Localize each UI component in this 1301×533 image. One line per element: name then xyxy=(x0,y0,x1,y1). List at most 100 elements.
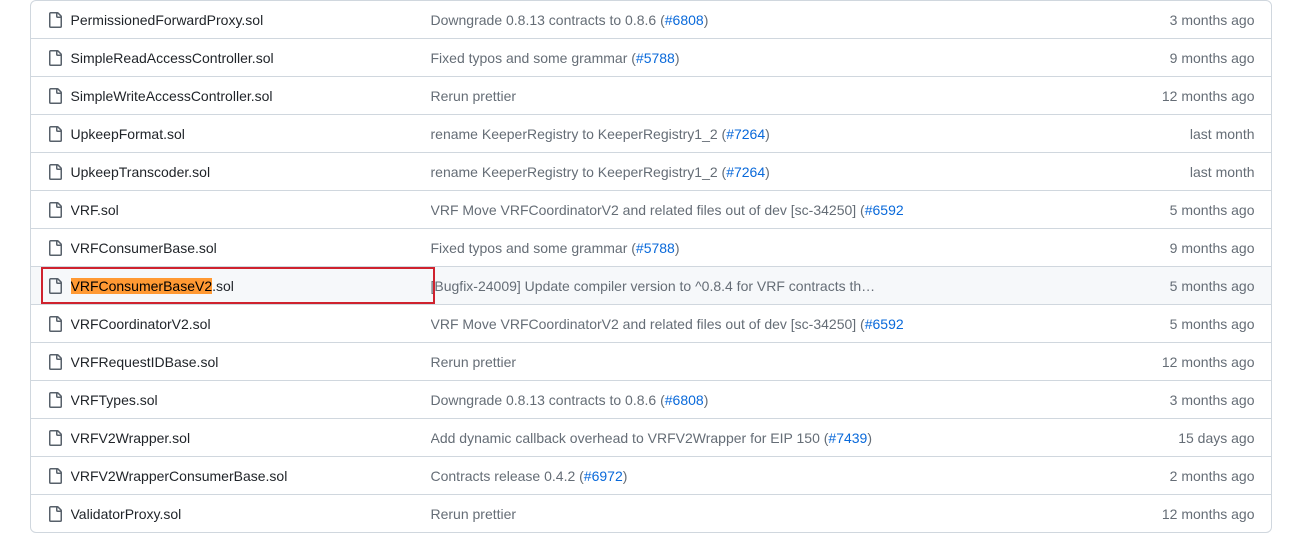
file-name-link[interactable]: SimpleReadAccessController.sol xyxy=(71,50,274,66)
commit-age: 2 months ago xyxy=(1115,468,1255,484)
commit-message-link[interactable]: Contracts release 0.4.2 ( xyxy=(431,468,584,484)
commit-message-link[interactable]: Add dynamic callback overhead to VRFV2Wr… xyxy=(431,430,829,446)
commit-age: 9 months ago xyxy=(1115,50,1255,66)
issue-link[interactable]: #6808 xyxy=(665,392,704,408)
file-name-link[interactable]: VRFTypes.sol xyxy=(71,392,158,408)
file-name-link[interactable]: VRFV2WrapperConsumerBase.sol xyxy=(71,468,288,484)
commit-message-link[interactable]: Downgrade 0.8.13 contracts to 0.8.6 ( xyxy=(431,392,665,408)
file-row: UpkeepFormat.sol rename KeeperRegistry to… xyxy=(31,114,1271,152)
commit-message-link[interactable]: Rerun prettier xyxy=(431,506,517,522)
file-icon xyxy=(47,430,71,446)
commit-message-suffix[interactable]: ) xyxy=(623,468,628,484)
commit-message-cell: rename KeeperRegistry to KeeperRegistry1… xyxy=(431,126,1115,142)
file-row: VRFConsumerBase.sol Fixed typos and some … xyxy=(31,228,1271,266)
commit-message-cell: VRF Move VRFCoordinatorV2 and related fi… xyxy=(431,316,1115,332)
file-name-cell: UpkeepTranscoder.sol xyxy=(71,164,431,180)
file-name-link[interactable]: VRFConsumerBaseV2.sol xyxy=(71,278,234,294)
commit-message-link[interactable]: Fixed typos and some grammar ( xyxy=(431,50,636,66)
file-icon xyxy=(47,354,71,370)
file-icon xyxy=(47,88,71,104)
issue-link[interactable]: #5788 xyxy=(636,240,675,256)
file-name-link[interactable]: VRFRequestIDBase.sol xyxy=(71,354,219,370)
issue-link[interactable]: #7264 xyxy=(726,126,765,142)
file-icon xyxy=(47,50,71,66)
commit-message-cell: Rerun prettier xyxy=(431,88,1115,104)
file-row: VRFConsumerBaseV2.sol [Bugfix-24009] Upda… xyxy=(31,266,1271,304)
file-row: VRF.sol VRF Move VRFCoordinatorV2 and rel… xyxy=(31,190,1271,228)
commit-message-cell: Downgrade 0.8.13 contracts to 0.8.6 (#68… xyxy=(431,392,1115,408)
issue-link[interactable]: #5788 xyxy=(636,50,675,66)
file-name-text: VRFRequestIDBase.sol xyxy=(71,354,219,370)
file-icon xyxy=(47,316,71,332)
commit-message-suffix[interactable]: ) xyxy=(675,50,680,66)
issue-link[interactable]: #6592 xyxy=(865,202,904,218)
commit-message-link[interactable]: Downgrade 0.8.13 contracts to 0.8.6 ( xyxy=(431,12,665,28)
file-name-cell: SimpleReadAccessController.sol xyxy=(71,50,431,66)
commit-age: 5 months ago xyxy=(1115,316,1255,332)
file-name-text: VRFTypes.sol xyxy=(71,392,158,408)
commit-age: 12 months ago xyxy=(1115,88,1255,104)
file-name-link[interactable]: UpkeepFormat.sol xyxy=(71,126,185,142)
commit-age: last month xyxy=(1115,126,1255,142)
file-icon xyxy=(47,506,71,522)
commit-message-suffix[interactable]: ) xyxy=(867,430,872,446)
commit-message-suffix[interactable]: ) xyxy=(765,164,770,180)
commit-age: 9 months ago xyxy=(1115,240,1255,256)
commit-message-link[interactable]: VRF Move VRFCoordinatorV2 and related fi… xyxy=(431,316,865,332)
file-row: VRFV2WrapperConsumerBase.sol Contracts re… xyxy=(31,456,1271,494)
file-name-text: UpkeepFormat.sol xyxy=(71,126,185,142)
search-highlight: VRFConsumerBaseV2 xyxy=(71,278,213,294)
commit-message-suffix[interactable]: ) xyxy=(765,126,770,142)
commit-message-link[interactable]: VRF Move VRFCoordinatorV2 and related fi… xyxy=(431,202,865,218)
file-name-cell: VRFConsumerBase.sol xyxy=(71,240,431,256)
commit-message-link[interactable]: rename KeeperRegistry to KeeperRegistry1… xyxy=(431,126,727,142)
file-row: VRFCoordinatorV2.sol VRF Move VRFCoordina… xyxy=(31,304,1271,342)
file-row: VRFV2Wrapper.sol Add dynamic callback ove… xyxy=(31,418,1271,456)
file-name-rest: .sol xyxy=(212,278,234,294)
commit-age: 3 months ago xyxy=(1115,12,1255,28)
file-icon xyxy=(47,126,71,142)
file-row: ValidatorProxy.solRerun prettier12 month… xyxy=(31,494,1271,532)
issue-link[interactable]: #7439 xyxy=(828,430,867,446)
file-icon xyxy=(47,392,71,408)
file-name-link[interactable]: VRFConsumerBase.sol xyxy=(71,240,217,256)
commit-message-link[interactable]: Rerun prettier xyxy=(431,354,517,370)
file-row: SimpleWriteAccessController.sol Rerun pre… xyxy=(31,76,1271,114)
file-name-link[interactable]: VRFV2Wrapper.sol xyxy=(71,430,191,446)
file-name-text: SimpleReadAccessController.sol xyxy=(71,50,274,66)
file-name-link[interactable]: ValidatorProxy.sol xyxy=(71,506,182,522)
file-row: UpkeepTranscoder.sol rename KeeperRegistr… xyxy=(31,152,1271,190)
commit-message-cell: VRF Move VRFCoordinatorV2 and related fi… xyxy=(431,202,1115,218)
issue-link[interactable]: #6808 xyxy=(665,12,704,28)
commit-message-cell: Fixed typos and some grammar (#5788) xyxy=(431,50,1115,66)
file-name-text: VRF.sol xyxy=(71,202,119,218)
commit-message-suffix[interactable]: ) xyxy=(704,12,709,28)
file-name-link[interactable]: PermissionedForwardProxy.sol xyxy=(71,12,264,28)
commit-message-cell: Fixed typos and some grammar (#5788) xyxy=(431,240,1115,256)
commit-message-cell: rename KeeperRegistry to KeeperRegistry1… xyxy=(431,164,1115,180)
file-name-text: PermissionedForwardProxy.sol xyxy=(71,12,264,28)
file-name-cell: VRFConsumerBaseV2.sol xyxy=(71,278,431,294)
file-name-link[interactable]: VRF.sol xyxy=(71,202,119,218)
file-name-link[interactable]: SimpleWriteAccessController.sol xyxy=(71,88,273,104)
file-icon xyxy=(47,164,71,180)
issue-link[interactable]: #6592 xyxy=(865,316,904,332)
file-name-cell: SimpleWriteAccessController.sol xyxy=(71,88,431,104)
commit-message-link[interactable]: [Bugfix-24009] Update compiler version t… xyxy=(431,278,876,294)
file-name-cell: VRFCoordinatorV2.sol xyxy=(71,316,431,332)
commit-message-suffix[interactable]: ) xyxy=(675,240,680,256)
file-name-link[interactable]: VRFCoordinatorV2.sol xyxy=(71,316,211,332)
commit-message-link[interactable]: Fixed typos and some grammar ( xyxy=(431,240,636,256)
commit-message-link[interactable]: Rerun prettier xyxy=(431,88,517,104)
commit-message-suffix[interactable]: ) xyxy=(704,392,709,408)
commit-message-cell: Rerun prettier xyxy=(431,354,1115,370)
issue-link[interactable]: #6972 xyxy=(584,468,623,484)
issue-link[interactable]: #7264 xyxy=(726,164,765,180)
file-name-text: VRFV2Wrapper.sol xyxy=(71,430,191,446)
file-name-link[interactable]: UpkeepTranscoder.sol xyxy=(71,164,211,180)
file-name-text: UpkeepTranscoder.sol xyxy=(71,164,211,180)
commit-message-cell: Downgrade 0.8.13 contracts to 0.8.6 (#68… xyxy=(431,12,1115,28)
commit-age: 5 months ago xyxy=(1115,278,1255,294)
commit-message-link[interactable]: rename KeeperRegistry to KeeperRegistry1… xyxy=(431,164,727,180)
file-icon xyxy=(47,278,71,294)
